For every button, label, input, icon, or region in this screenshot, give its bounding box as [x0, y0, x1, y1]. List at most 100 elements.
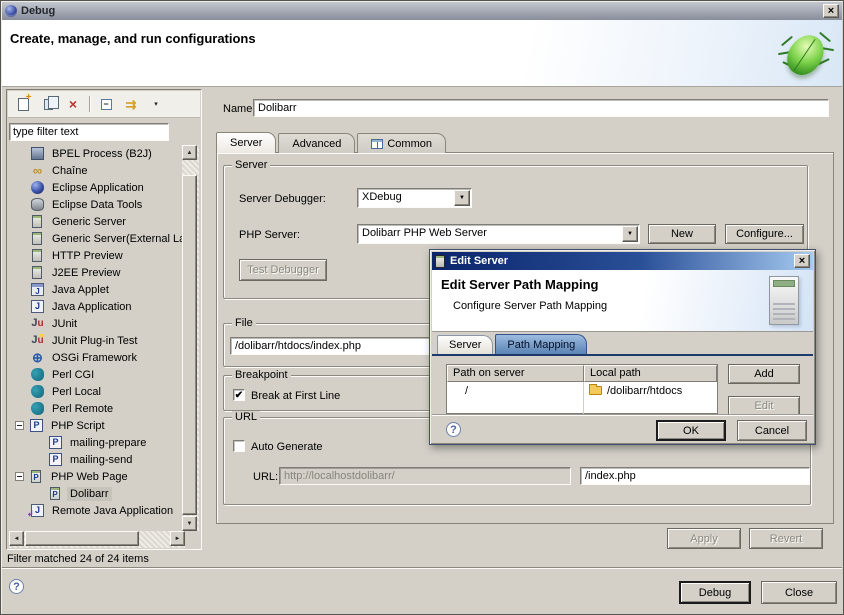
sidebar-toolbar: × − ⇉ ▾ — [8, 91, 200, 118]
tab-common[interactable]: Common — [357, 133, 446, 153]
tree-item-label: JUnit Plug-in Test — [49, 334, 140, 348]
url-input[interactable] — [279, 467, 571, 485]
tree-item[interactable]: Generic Server — [9, 213, 184, 230]
tree-item-label: Dolibarr — [67, 487, 112, 501]
new-config-icon — [18, 98, 29, 111]
eclipse-app-icon — [31, 181, 44, 194]
tree-item[interactable]: Dolibarr — [9, 485, 184, 502]
tree-item[interactable]: Perl Local — [9, 383, 184, 400]
table-row[interactable]: //dolibarr/htdocs — [447, 382, 717, 399]
new-configuration-button[interactable] — [12, 94, 34, 114]
chevron-down-icon[interactable]: ▼ — [622, 226, 638, 242]
toolbar-separator — [89, 96, 90, 112]
cancel-button[interactable]: Cancel — [737, 420, 807, 441]
name-input[interactable] — [253, 99, 829, 117]
tree-item-label: Perl Remote — [49, 402, 116, 416]
tree-item[interactable]: JUnit Plug-in Test — [9, 332, 184, 349]
tree-item[interactable]: Eclipse Data Tools — [9, 196, 184, 213]
scroll-up-button[interactable]: ▲ — [182, 145, 197, 160]
debug-button[interactable]: Debug — [679, 581, 751, 604]
tree-item[interactable]: Generic Server(External La — [9, 230, 184, 247]
close-button[interactable]: Close — [761, 581, 837, 604]
help-icon[interactable]: ? — [9, 579, 24, 594]
java-applet-icon — [31, 283, 44, 296]
folder-icon — [589, 386, 602, 395]
collapse-all-button[interactable]: − — [95, 94, 117, 114]
tree-item[interactable]: HTTP Preview — [9, 247, 184, 264]
auto-generate-checkbox[interactable] — [233, 440, 245, 452]
edit-server-header: Edit Server Path Mapping Configure Serve… — [432, 270, 813, 332]
php-script-icon — [30, 419, 43, 432]
url-group-legend: URL — [232, 411, 260, 423]
tree-item[interactable]: PHP Script — [9, 417, 184, 434]
help-icon[interactable]: ? — [446, 422, 461, 437]
dialog-close-button[interactable]: × — [794, 254, 810, 268]
table-header-row: Path on server Local path — [447, 365, 717, 382]
chevron-down-icon[interactable]: ▼ — [454, 190, 470, 206]
toolbar-menu-button[interactable]: ▾ — [145, 94, 167, 114]
scroll-thumb[interactable] — [182, 175, 197, 515]
php-server-select[interactable]: Dolibarr PHP Web Server ▼ — [357, 224, 640, 244]
tree-item[interactable]: OSGi Framework — [9, 349, 184, 366]
server-icon — [32, 249, 42, 262]
dialog-subheading: Configure Server Path Mapping — [432, 292, 813, 312]
tree-vertical-scrollbar[interactable]: ▲ ▼ — [182, 145, 199, 531]
break-first-line-checkbox[interactable] — [233, 389, 245, 401]
tree-item[interactable]: PHP Web Page — [9, 468, 184, 485]
tab-server-settings[interactable]: Server — [437, 335, 493, 354]
tree-item[interactable]: Java Application — [9, 298, 184, 315]
tab-label: Path Mapping — [507, 339, 575, 351]
tab-server[interactable]: Server — [216, 132, 276, 153]
tree-item[interactable]: mailing-prepare — [9, 434, 184, 451]
scroll-right-button[interactable]: ► — [170, 531, 185, 546]
osgi-icon — [31, 351, 44, 364]
tree-item[interactable]: Chaîne — [9, 162, 184, 179]
tree-item[interactable]: Eclipse Application — [9, 179, 184, 196]
edit-mapping-button[interactable]: Edit — [728, 396, 800, 416]
path-mapping-table: Path on server Local path //dolibarr/htd… — [446, 364, 718, 414]
edit-server-titlebar: Edit Server × — [432, 252, 813, 270]
apply-button[interactable]: Apply — [667, 528, 741, 549]
scroll-thumb[interactable] — [25, 531, 139, 546]
window-title: Debug — [21, 5, 823, 17]
tree-item-label: JUnit — [49, 317, 80, 331]
collapse-toggle-icon[interactable] — [15, 421, 24, 430]
configure-server-button[interactable]: Configure... — [725, 224, 804, 244]
revert-button[interactable]: Revert — [749, 528, 823, 549]
tree-item[interactable]: J2EE Preview — [9, 264, 184, 281]
tree-item[interactable]: Perl CGI — [9, 366, 184, 383]
database-icon — [31, 198, 44, 211]
window-close-button[interactable]: × — [823, 4, 839, 18]
tree-item-label: Perl Local — [49, 385, 104, 399]
duplicate-configuration-button[interactable] — [37, 94, 59, 114]
tree-item[interactable]: Java Applet — [9, 281, 184, 298]
tree-item[interactable]: Perl Remote — [9, 400, 184, 417]
break-first-line-label: Break at First Line — [251, 390, 340, 402]
tree-item[interactable]: BPEL Process (B2J) — [9, 145, 184, 162]
java-app-icon — [31, 300, 44, 313]
scroll-left-button[interactable]: ◄ — [9, 531, 24, 546]
tree-item[interactable]: mailing-send — [9, 451, 184, 468]
add-mapping-button[interactable]: Add — [728, 364, 800, 384]
tree-item[interactable]: JUnit — [9, 315, 184, 332]
server-debugger-select[interactable]: XDebug ▼ — [357, 188, 472, 208]
ok-button[interactable]: OK — [656, 420, 726, 441]
new-server-button[interactable]: New — [648, 224, 716, 244]
tab-label: Common — [387, 138, 432, 150]
filter-input[interactable] — [9, 123, 169, 141]
filter-launch-button[interactable]: ⇉ — [120, 94, 142, 114]
delete-configuration-button[interactable]: × — [62, 94, 84, 114]
remote-java-icon — [31, 504, 44, 517]
server-debugger-label: Server Debugger: — [239, 193, 326, 205]
tree-item[interactable]: Remote Java Application — [9, 502, 184, 519]
perl-icon — [31, 385, 44, 398]
tree-item-label: Perl CGI — [49, 368, 97, 382]
tab-advanced[interactable]: Advanced — [278, 133, 355, 153]
scroll-down-button[interactable]: ▼ — [182, 516, 197, 531]
test-debugger-button[interactable]: Test Debugger — [239, 259, 327, 281]
url-file-input[interactable] — [580, 467, 810, 485]
tab-path-mapping[interactable]: Path Mapping — [495, 334, 587, 354]
tree-horizontal-scrollbar[interactable]: ◄ ► — [9, 531, 185, 548]
tree-item-label: mailing-send — [67, 453, 135, 467]
collapse-toggle-icon[interactable] — [15, 472, 24, 481]
